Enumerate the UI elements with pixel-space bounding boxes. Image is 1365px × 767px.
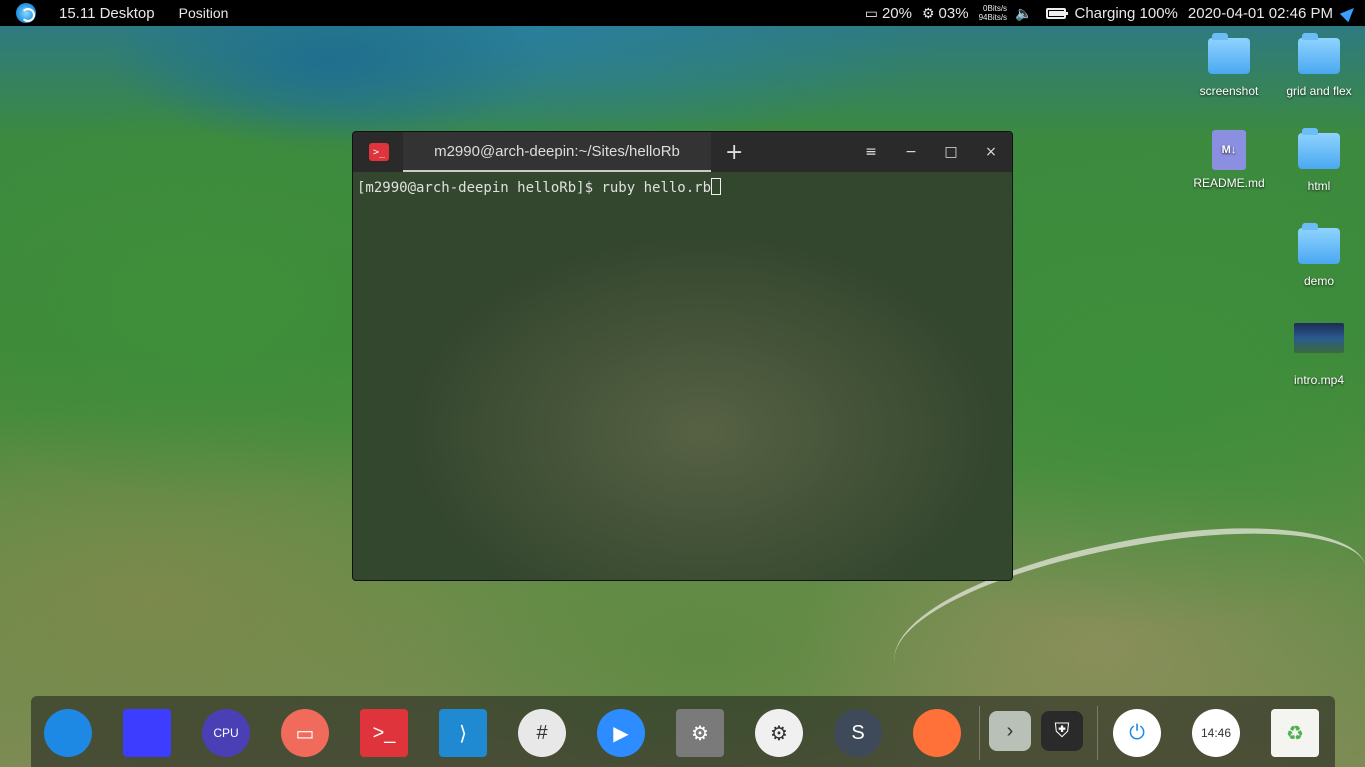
vscode-icon[interactable]: ⟩ [439, 709, 487, 757]
slack-glyph: # [536, 721, 548, 744]
vpn-glyph: ⛨ [1054, 719, 1070, 742]
top-panel: 15.11 Desktop Position ▭ 20% ⚙ 03% 0Bits… [0, 0, 1365, 26]
folder-icon [1208, 33, 1250, 74]
workspace-label[interactable]: 15.11 Desktop [59, 5, 155, 22]
volume-indicator[interactable]: 🔈 [1015, 5, 1036, 22]
desktop-folder-screenshot[interactable]: screenshot [1189, 33, 1269, 98]
computer-glyph [123, 709, 171, 757]
desktop-icon-label: demo [1303, 274, 1335, 288]
folder-icon [1298, 223, 1340, 264]
trash-glyph: ♻ [1286, 722, 1304, 745]
battery-indicator[interactable]: Charging 100% [1046, 4, 1178, 22]
computer-icon[interactable] [123, 709, 171, 757]
clock[interactable]: 2020-04-01 02:46 PM [1188, 5, 1333, 22]
dock: CPU ▭ >_ ⟩ # ▶ ⚙ ⚙ S › ⛨ ⏻ 14:46 ♻ [31, 696, 1335, 767]
sublime-glyph: S [851, 721, 865, 744]
dock-separator [979, 706, 980, 760]
clock-icon[interactable]: 14:46 [1192, 709, 1240, 757]
folder-icon [1298, 128, 1340, 169]
memory-usage: 20% [881, 4, 912, 22]
maximize-button[interactable]: □ [939, 142, 963, 162]
minimize-button[interactable]: − [899, 142, 923, 162]
battery-fill [1049, 10, 1066, 16]
shell-command: ruby hello.rb [601, 180, 712, 196]
desktop-folder-demo[interactable]: demo [1279, 223, 1359, 288]
shell-prompt: [m2990@arch-deepin helloRb]$ [357, 180, 602, 196]
vpn-icon[interactable]: ⛨ [1041, 711, 1083, 751]
desktop-icon-label: html [1307, 179, 1331, 193]
sublime-icon[interactable]: S [834, 709, 882, 757]
video-thumbnail-icon [1294, 323, 1344, 353]
power-glyph: ⏻ [1129, 721, 1145, 744]
settings-glyph: ⚙ [770, 722, 788, 745]
add-tab-button[interactable]: + [725, 140, 743, 165]
power-icon[interactable]: ⏻ [1113, 709, 1161, 757]
battery-icon [1046, 7, 1069, 19]
slack-icon[interactable]: # [518, 709, 566, 757]
terminal-app-icon: >_ [369, 143, 389, 161]
presentation-icon[interactable]: ▭ [281, 709, 329, 757]
desktop-icon-label: README.md [1193, 176, 1265, 190]
memory-indicator[interactable]: ▭ 20% [865, 5, 912, 22]
launcher-icon[interactable] [44, 709, 92, 757]
net-up: 0Bits/s [983, 4, 1008, 13]
zoom-icon[interactable]: ▶ [597, 709, 645, 757]
position-menu[interactable]: Position [179, 5, 229, 21]
dock-separator [1097, 706, 1098, 760]
desktop-icon-label: intro.mp4 [1293, 373, 1345, 387]
markdown-file-icon: M↓ [1212, 130, 1246, 170]
terminal-titlebar[interactable]: >_ m2990@arch-deepin:~/Sites/helloRb + ≡… [353, 132, 1012, 172]
cpu-usage: 03% [938, 4, 969, 22]
cpu-icon: ⚙ [921, 4, 935, 21]
cpu-indicator[interactable]: ⚙ 03% [922, 5, 969, 22]
system-tray: ▭ 20% ⚙ 03% 0Bits/s 94Bits/s 🔈 Charging … [865, 0, 1365, 26]
terminal-tab[interactable]: m2990@arch-deepin:~/Sites/helloRb [403, 132, 711, 172]
tray-expand-glyph: › [1006, 719, 1014, 742]
launcher-glyph [44, 709, 92, 757]
terminal-tab-title: m2990@arch-deepin:~/Sites/helloRb [434, 142, 680, 160]
settings-icon[interactable]: ⚙ [755, 709, 803, 757]
speaker-icon: 🔈 [1015, 4, 1033, 21]
firefox-icon[interactable] [913, 709, 961, 757]
memory-icon: ▭ [864, 4, 878, 21]
disk-utility-icon[interactable]: ⚙ [676, 709, 724, 757]
system-monitor-glyph: CPU [213, 726, 239, 740]
terminal-glyph: >_ [372, 721, 396, 744]
desktop-file-readme[interactable]: M↓ README.md [1189, 130, 1269, 190]
deepin-logo-icon[interactable] [16, 3, 36, 23]
clock-glyph: 14:46 [1200, 726, 1232, 740]
network-speed[interactable]: 0Bits/s 94Bits/s [979, 4, 1007, 22]
vscode-glyph: ⟩ [459, 722, 467, 745]
zoom-glyph: ▶ [613, 722, 629, 745]
close-button[interactable]: × [979, 142, 1003, 162]
tray-expand-icon[interactable]: › [989, 711, 1031, 751]
net-down: 94Bits/s [978, 13, 1008, 22]
desktop-folder-grid-and-flex[interactable]: grid and flex [1279, 33, 1359, 98]
terminal-output[interactable]: [m2990@arch-deepin helloRb]$ ruby hello.… [353, 172, 1012, 196]
disk-utility-glyph: ⚙ [691, 722, 709, 745]
text-cursor [711, 178, 722, 195]
desktop-icon-label: screenshot [1199, 84, 1259, 98]
desktop-icon-label: grid and flex [1286, 84, 1352, 98]
trash-icon[interactable]: ♻ [1271, 709, 1319, 757]
datetime: 2020-04-01 02:46 PM [1187, 4, 1333, 22]
telegram-icon[interactable] [1339, 3, 1359, 23]
presentation-glyph: ▭ [295, 722, 315, 745]
terminal-window[interactable]: >_ m2990@arch-deepin:~/Sites/helloRb + ≡… [352, 131, 1013, 581]
terminal-icon[interactable]: >_ [360, 709, 408, 757]
menu-button[interactable]: ≡ [859, 142, 883, 162]
system-monitor-icon[interactable]: CPU [202, 709, 250, 757]
folder-icon [1298, 33, 1340, 74]
firefox-glyph [913, 709, 961, 757]
desktop-file-intro-mp4[interactable]: intro.mp4 [1279, 323, 1359, 387]
desktop-folder-html[interactable]: html [1279, 128, 1359, 193]
battery-status: Charging 100% [1074, 4, 1178, 22]
